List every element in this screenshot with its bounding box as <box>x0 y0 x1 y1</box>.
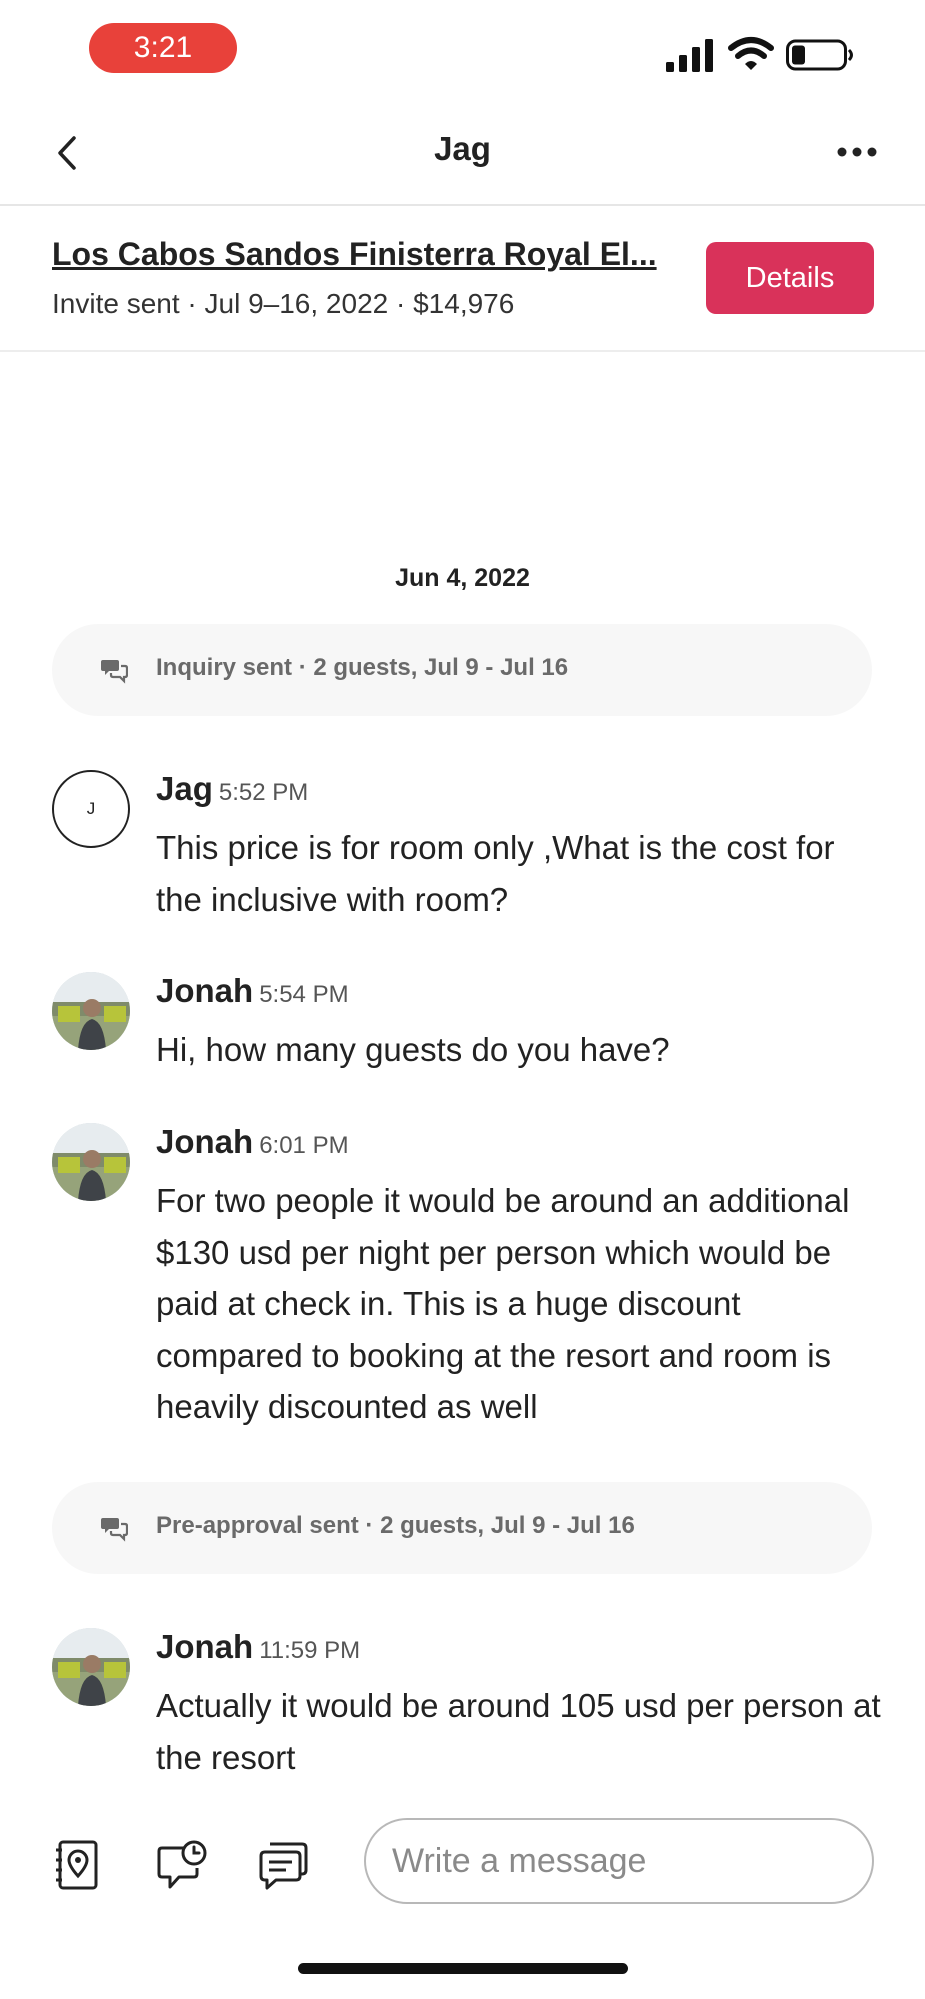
listing-banner: Los Cabos Sandos Finisterra Royal El... … <box>0 206 925 352</box>
message-input[interactable] <box>364 1818 874 1904</box>
listing-title-link[interactable]: Los Cabos Sandos Finisterra Royal El... <box>52 236 657 273</box>
message-header: Jag 5:52 PM <box>156 770 308 808</box>
sender-name: Jonah <box>156 1628 254 1665</box>
sender-name: Jonah <box>156 1123 254 1160</box>
message-time: 5:52 PM <box>218 779 309 806</box>
battery-icon <box>786 39 853 71</box>
wifi-icon <box>728 37 774 70</box>
message-time: 11:59 PM <box>259 1637 361 1664</box>
message-header: Jonah 6:01 PM <box>156 1123 349 1161</box>
message-text: Actually it would be around 105 usd per … <box>156 1687 881 1776</box>
message-text: This price is for room only ,What is the… <box>156 829 835 918</box>
message-text: For two people it would be around an add… <box>156 1182 850 1425</box>
conversation-title: Jag <box>434 130 491 167</box>
message-text: Hi, how many guests do you have? <box>156 1031 670 1068</box>
sender-name: Jonah <box>156 972 254 1009</box>
avatar[interactable] <box>52 972 130 1050</box>
inquiry-event: Inquiry sent · 2 guests, Jul 9 - Jul 16 <box>52 624 872 716</box>
chat-bubbles-icon <box>101 660 128 684</box>
guidebook-location-icon[interactable] <box>52 1838 104 1892</box>
chat-bubbles-icon <box>101 1518 128 1542</box>
quick-reply-icon[interactable] <box>258 1838 310 1892</box>
avatar[interactable] <box>52 1628 130 1706</box>
cellular-signal-icon <box>666 39 713 72</box>
status-time: 3:21 <box>89 23 237 73</box>
home-indicator[interactable] <box>298 1963 628 1974</box>
scheduled-message-icon[interactable] <box>156 1838 208 1892</box>
message-header: Jonah 5:54 PM <box>156 972 349 1010</box>
status-bar: 3:21 <box>0 0 925 100</box>
pre-approval-event: Pre-approval sent · 2 guests, Jul 9 - Ju… <box>52 1482 872 1574</box>
profile-photo-icon <box>52 1123 130 1201</box>
event-text: Inquiry sent · 2 guests, Jul 9 - Jul 16 <box>156 654 569 681</box>
conversation-header: Jag <box>0 100 925 206</box>
message-item: J Jag 5:52 PM This price is for room only… <box>52 770 882 920</box>
message-item: Jonah 6:01 PM For two people it would be … <box>52 1123 882 1425</box>
date-separator: Jun 4, 2022 <box>395 564 530 592</box>
sender-name: Jag <box>156 770 213 807</box>
avatar[interactable]: J <box>52 770 130 848</box>
message-header: Jonah 11:59 PM <box>156 1628 360 1666</box>
message-item: Jonah 5:54 PM Hi, how many guests do you … <box>52 972 882 1082</box>
more-dots-icon[interactable] <box>836 142 878 162</box>
details-button[interactable]: Details <box>706 242 874 314</box>
profile-photo-icon <box>52 972 130 1050</box>
profile-photo-icon <box>52 1628 130 1706</box>
message-time: 6:01 PM <box>259 1132 349 1159</box>
message-time: 5:54 PM <box>259 981 349 1008</box>
message-composer <box>0 1818 925 1914</box>
reservation-summary: Invite sent · Jul 9–16, 2022 · $14,976 <box>52 288 515 319</box>
message-item: Jonah 11:59 PM Actually it would be aroun… <box>52 1628 882 1778</box>
avatar[interactable] <box>52 1123 130 1201</box>
event-text: Pre-approval sent · 2 guests, Jul 9 - Ju… <box>156 1512 635 1539</box>
